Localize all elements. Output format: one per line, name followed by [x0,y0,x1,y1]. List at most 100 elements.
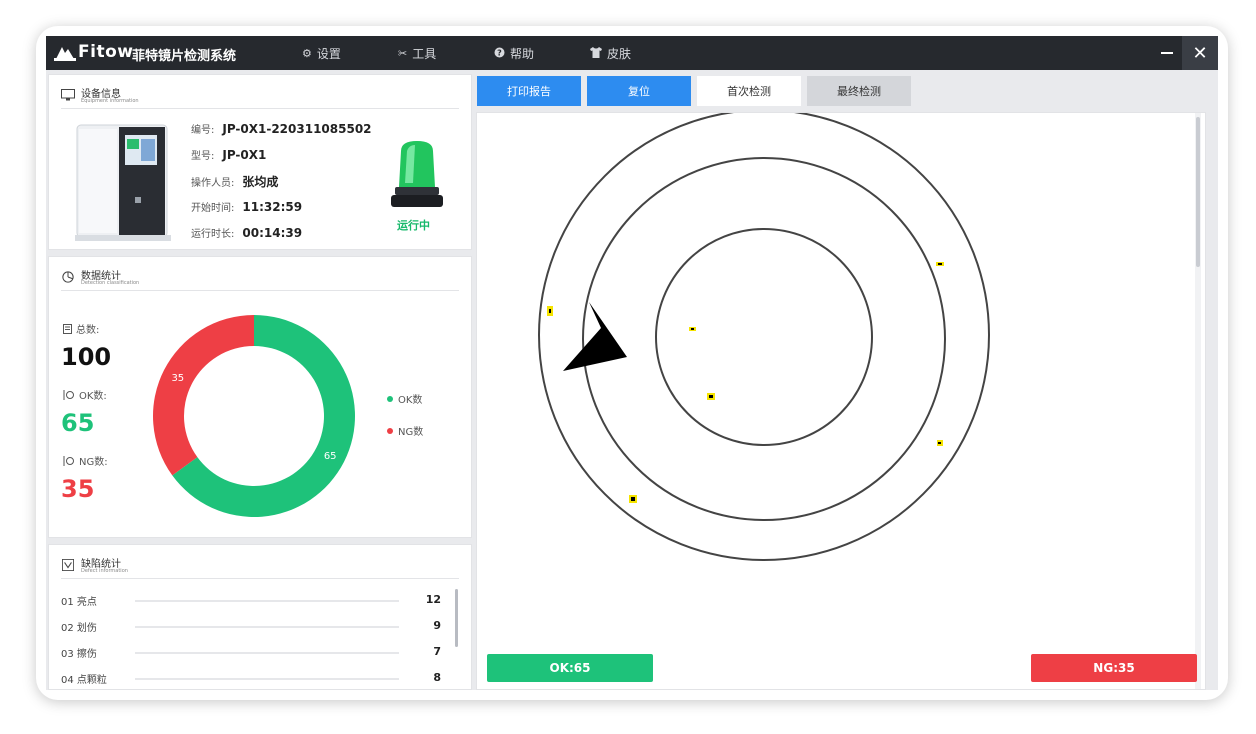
tools-icon: ✂ [398,47,408,60]
donut-chart: 65 35 [152,315,355,517]
defect-marker-core [691,328,694,330]
donut-data-label: 35 [171,373,184,384]
ok-label: OK数: [79,391,107,402]
equipment-subtitle: Equipment information [81,98,139,104]
lens-middle-ring [582,157,946,521]
defect-bar [135,652,399,654]
info-row-serial: 编号: JP-0X1-220311085502 [191,121,372,136]
reset-button[interactable]: 复位 [587,76,691,106]
gear-icon: ⚙ [302,47,312,60]
minimize-button[interactable] [1152,36,1182,70]
defect-bar [135,678,399,680]
serial-value: JP-0X1-220311085502 [222,122,372,136]
menu-tools-label: 工具 [412,47,437,61]
defect-marker-core [709,395,713,398]
menu-settings[interactable]: ⚙ 设置 [302,45,341,62]
menu-help-label: 帮助 [510,47,535,61]
info-row-start-time: 开始时间: 11:32:59 [191,199,302,214]
defect-panel: 缺陷统计 Defect information 01 亮点 12 02 划伤 9… [48,544,472,690]
menu-skin-label: 皮肤 [607,47,632,61]
ng-label-row: NG数: [63,453,108,468]
defect-count: 12 [425,593,441,606]
defect-row: 02 划伤 9 [61,619,441,635]
info-row-model: 型号: JP-0X1 [191,147,266,162]
info-row-run-duration: 运行时长: 00:14:39 [191,225,302,240]
menu-settings-label: 设置 [316,47,341,61]
title-bar: Fitow 菲特镜片检测系统 ⚙ 设置 ✂ 工具 ? 帮助 皮肤 ✕ [46,36,1218,70]
legend-ok: OK数 [387,391,422,406]
skin-icon [590,46,602,61]
window-frame: Fitow 菲特镜片检测系统 ⚙ 设置 ✂ 工具 ? 帮助 皮肤 ✕ 设备信息 … [36,26,1228,700]
ok-result-button[interactable]: OK:65 [487,654,653,682]
defect-markers [547,262,944,503]
defect-marker-core [938,442,941,444]
statistics-panel: 数据统计 Detection classification 总数: 100 OK… [48,256,472,538]
defect-count: 7 [433,645,441,658]
legend-ok-swatch [387,395,393,402]
run-duration-value: 00:14:39 [242,226,303,240]
ng-count-icon [63,455,74,466]
defect-count: 8 [433,671,441,684]
tab-final-inspection[interactable]: 最终检测 [807,76,911,106]
ok-count-icon [63,389,74,400]
menu-tools[interactable]: ✂ 工具 [398,45,436,62]
pie-chart-icon [62,271,74,283]
defect-scrollbar[interactable] [455,589,458,647]
menu-skin[interactable]: 皮肤 [590,45,631,62]
lens-inner-ring [655,228,873,446]
defect-subtitle: Defect information [81,568,128,574]
ng-result-button[interactable]: NG:35 [1031,654,1197,682]
orientation-marker [563,302,627,371]
document-icon [63,323,72,334]
app-title: 菲特镜片检测系统 [132,49,237,64]
svg-text:?: ? [497,48,502,57]
run-duration-label: 运行时长: [191,229,235,240]
logo: Fitow [54,42,133,62]
defect-label: 04 点颗粒 [61,675,107,686]
equipment-panel-header: 设备信息 Equipment information [61,85,459,109]
defect-bar [135,626,399,628]
print-report-button[interactable]: 打印报告 [477,76,581,106]
minimize-icon [1161,52,1173,54]
help-icon: ? [494,47,505,61]
defect-count: 9 [433,619,441,632]
close-button[interactable]: ✕ [1182,36,1218,70]
lens-map [538,113,990,561]
device-image [75,124,171,241]
defect-panel-header: 缺陷统计 Defect information [61,555,459,579]
run-status: 运行中 [397,219,430,232]
defect-label: 01 亮点 [61,597,97,608]
legend-ng-label: NG数 [398,427,424,438]
defect-label: 02 划伤 [61,623,97,634]
total-value: 100 [61,343,112,371]
defect-row: 01 亮点 12 [61,593,441,609]
legend-ng-swatch [387,427,393,434]
canvas-scrollbar[interactable] [1195,113,1201,689]
ok-label-row: OK数: [63,387,107,402]
defect-row: 03 擦伤 7 [61,645,441,661]
defect-marker-core [631,497,635,501]
model-label: 型号: [191,151,215,162]
canvas-scrollbar-thumb[interactable] [1196,117,1200,267]
status-beacon-icon [391,141,443,207]
defect-icon [62,559,74,571]
start-time-label: 开始时间: [191,203,235,214]
info-row-operator: 操作人员: 张均成 [191,173,278,190]
defect-bar [135,600,399,602]
inspection-canvas [476,112,1206,690]
tab-first-inspection[interactable]: 首次检测 [697,76,801,106]
legend-ng: NG数 [387,423,423,438]
start-time-value: 11:32:59 [242,200,303,214]
ng-value: 35 [61,475,95,503]
defect-marker-core [938,263,942,265]
statistics-panel-header: 数据统计 Detection classification [61,267,459,291]
ng-label: NG数: [79,457,108,468]
total-label-row: 总数: [63,321,99,336]
monitor-icon [61,89,75,101]
donut-slice-ng [152,315,254,476]
logo-icon [54,47,76,61]
logo-text: Fitow [78,42,134,62]
menu-help[interactable]: ? 帮助 [494,45,534,62]
defect-marker-core [549,309,551,313]
close-icon: ✕ [1192,42,1208,64]
